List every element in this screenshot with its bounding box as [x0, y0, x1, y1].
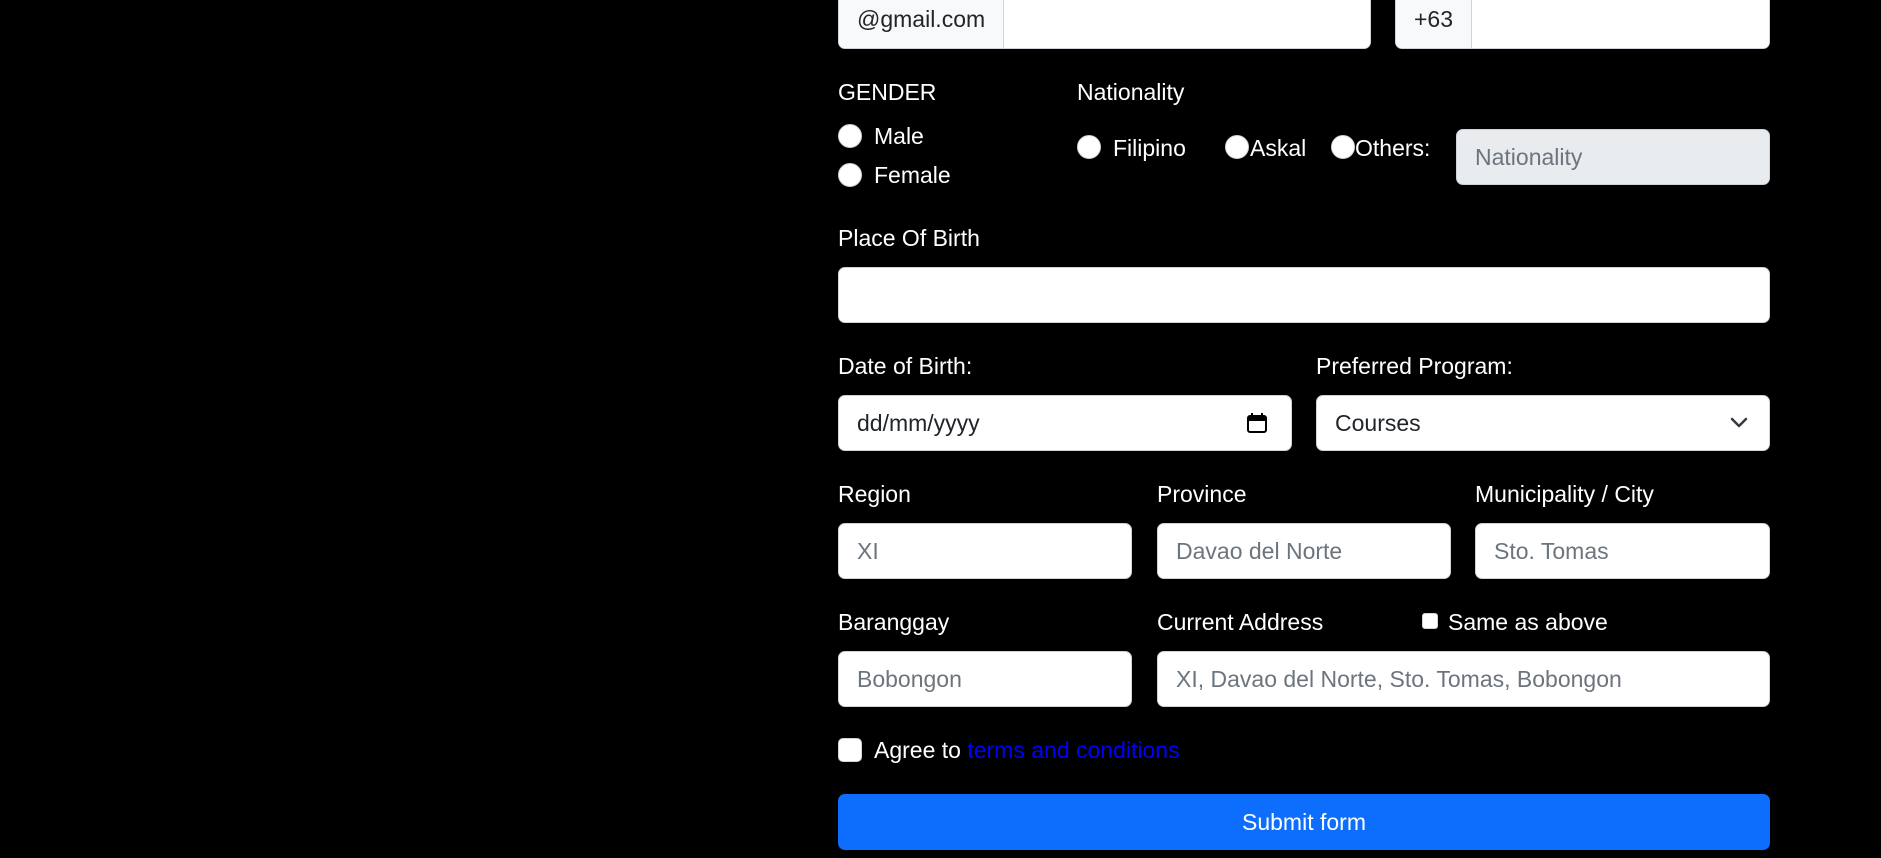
agree-terms-checkbox[interactable]: [838, 738, 862, 762]
gender-label: GENDER: [838, 79, 937, 105]
email-field[interactable]: [1004, 0, 1370, 48]
current-address-input[interactable]: XI, Davao del Norte, Sto. Tomas, Bobongo…: [1157, 651, 1770, 707]
phone-input-group: +63: [1395, 0, 1770, 49]
chevron-down-icon: [1730, 417, 1748, 428]
region-label: Region: [838, 481, 911, 507]
calendar-icon[interactable]: [1246, 412, 1268, 434]
gender-female-label: Female: [874, 162, 951, 188]
barangay-input[interactable]: Bobongon: [838, 651, 1132, 707]
terms-and-conditions-link[interactable]: terms and conditions: [967, 737, 1179, 763]
municipality-input[interactable]: Sto. Tomas: [1475, 523, 1770, 579]
registration-form: @gmail.com +63 GENDER Male Female Nation…: [838, 0, 1770, 858]
nationality-filipino-radio[interactable]: [1077, 135, 1101, 159]
phone-prefix-addon: +63: [1396, 0, 1473, 48]
phone-field[interactable]: [1472, 0, 1769, 48]
same-as-above-label: Same as above: [1448, 609, 1608, 635]
gender-male-label: Male: [874, 123, 924, 149]
nationality-filipino-label: Filipino: [1113, 135, 1186, 161]
place-of-birth-input[interactable]: [838, 267, 1770, 323]
preferred-program-select[interactable]: Courses: [1316, 395, 1770, 451]
province-input[interactable]: Davao del Norte: [1157, 523, 1451, 579]
nationality-label: Nationality: [1077, 79, 1185, 105]
preferred-program-label: Preferred Program:: [1316, 353, 1513, 379]
date-of-birth-placeholder: dd/mm/yyyy: [857, 409, 980, 436]
preferred-program-selected: Courses: [1335, 409, 1421, 436]
municipality-label: Municipality / City: [1475, 481, 1654, 507]
email-suffix-addon: @gmail.com: [839, 0, 1005, 48]
nationality-other-input[interactable]: Nationality: [1456, 129, 1770, 185]
region-input[interactable]: XI: [838, 523, 1132, 579]
page: @gmail.com +63 GENDER Male Female Nation…: [0, 0, 1881, 858]
nationality-askal-label: Askal: [1250, 135, 1307, 161]
place-of-birth-label: Place Of Birth: [838, 225, 980, 251]
date-of-birth-label: Date of Birth:: [838, 353, 973, 379]
agree-terms-prefix: Agree to: [874, 737, 961, 763]
agree-terms-text: Agree to terms and conditions: [874, 736, 1180, 764]
barangay-label: Baranggay: [838, 609, 950, 635]
nationality-askal-radio[interactable]: [1225, 135, 1249, 159]
date-of-birth-input[interactable]: dd/mm/yyyy: [838, 395, 1292, 451]
same-as-above-checkbox[interactable]: [1422, 613, 1438, 629]
submit-form-button[interactable]: Submit form: [838, 794, 1770, 850]
province-label: Province: [1157, 481, 1247, 507]
current-address-label: Current Address: [1157, 609, 1324, 635]
email-input-group: @gmail.com: [838, 0, 1371, 49]
nationality-others-radio[interactable]: [1331, 135, 1355, 159]
nationality-others-label: Others:: [1355, 135, 1431, 161]
gender-male-radio[interactable]: [838, 124, 862, 148]
gender-female-radio[interactable]: [838, 163, 862, 187]
